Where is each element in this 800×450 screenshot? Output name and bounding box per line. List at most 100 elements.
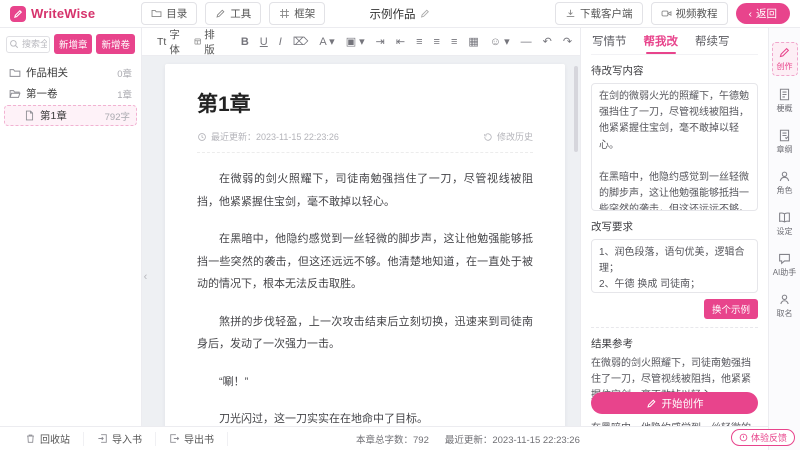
- assistant-tabs: 写情节 帮我改 帮续写: [591, 28, 758, 55]
- folder-icon: [9, 67, 21, 79]
- clear-format-icon[interactable]: ⌦: [287, 35, 314, 48]
- history-icon: [483, 132, 493, 142]
- new-chapter-button[interactable]: 新增章: [54, 34, 93, 54]
- framework-button[interactable]: 框架: [269, 2, 325, 25]
- rail-item-synopsis[interactable]: 梗概: [772, 85, 798, 117]
- trash-icon: [25, 433, 36, 444]
- chapter-tree: 作品相关 0章 第一卷 1章 第1章 792字: [0, 62, 141, 126]
- requirements-textarea[interactable]: 1、润色段落，语句优美，逻辑合理； 2、午德 换成 司徒南； 3、打斗桥段华丽无…: [591, 239, 758, 293]
- book-icon: [778, 211, 791, 224]
- tree-item-works[interactable]: 作品相关 0章: [0, 62, 141, 83]
- editor-toolbar: Tt 字体 排版 B U I ⌦ A ▾ ▣ ▾ ⇥ ⇤ ≡ ≡ ≡ ▦ ☺ ▾…: [142, 28, 580, 56]
- import-book-button[interactable]: 导入书: [84, 432, 156, 446]
- change-example-button[interactable]: 换个示例: [704, 299, 758, 319]
- back-button[interactable]: ‹ 返回: [736, 3, 791, 24]
- paragraph: 煞拼的步伐轻盈，上一次攻击结束后立刻切换，迅速来到司徒南身后，发动了一次强力一击…: [197, 311, 533, 356]
- editor-canvas: 第1章 最近更新：2023-11-15 22:23:26 修改历史 在微弱的剑火…: [142, 56, 580, 426]
- manuscript-page[interactable]: 第1章 最近更新：2023-11-15 22:23:26 修改历史 在微弱的剑火…: [165, 64, 565, 426]
- clock-icon: [197, 132, 207, 142]
- import-book-label: 导入书: [112, 431, 142, 446]
- rail-item-label: 取名: [777, 308, 793, 319]
- tree-item-volume-1[interactable]: 第一卷 1章: [0, 83, 141, 104]
- align-right-icon[interactable]: ≡: [445, 36, 462, 48]
- video-tutorial-button[interactable]: 视频教程: [651, 2, 728, 25]
- rail-item-naming[interactable]: 取名: [772, 290, 798, 322]
- align-left-icon[interactable]: ≡: [411, 36, 428, 48]
- chapter-body[interactable]: 在微弱的剑火照耀下，司徒南勉强挡住了一刀，尽管视线被阻挡，他紧紧握住宝剑，毫不敢…: [197, 168, 533, 426]
- search-box: [6, 36, 50, 53]
- tools-label: 工具: [230, 6, 251, 21]
- layout-icon: [194, 36, 201, 47]
- recycle-bin-button[interactable]: 回收站: [12, 432, 84, 446]
- table-icon[interactable]: ▦: [463, 35, 484, 48]
- person-name-icon: [778, 293, 791, 306]
- ai-assistant-panel: 写情节 帮我改 帮续写 待改写内容 在剑的微弱火光的照耀下，午德勉强挡住了一刀，…: [580, 28, 768, 426]
- layout-menu[interactable]: 排版: [187, 27, 226, 57]
- folder-open-icon: [9, 88, 21, 100]
- rail-item-characters[interactable]: 角色: [772, 167, 798, 199]
- directory-button[interactable]: 目录: [141, 2, 197, 25]
- feedback-label: 体验反馈: [751, 431, 787, 444]
- download-icon: [565, 8, 576, 19]
- bottom-bar: 回收站 导入书 导出书 本章总字数：792 最近更新：2023-11-15 22…: [0, 426, 768, 450]
- edit-title-icon[interactable]: [420, 8, 431, 19]
- editor-scrollbar[interactable]: [574, 66, 578, 152]
- source-textarea[interactable]: 在剑的微弱火光的照耀下，午德勉强挡住了一刀，尽管视线被阻挡，他紧紧握住宝剑，毫不…: [591, 83, 758, 211]
- video-tutorial-label: 视频教程: [676, 6, 718, 21]
- start-creation-button[interactable]: 开始创作: [591, 392, 758, 414]
- rail-item-ai-assistant[interactable]: AI助手: [772, 249, 798, 281]
- tab-help-me-edit[interactable]: 帮我改: [643, 29, 680, 53]
- italic-icon[interactable]: I: [273, 36, 287, 48]
- quill-icon: [646, 398, 657, 409]
- last-updated: 最近更新：2023-11-15 22:23:26: [197, 130, 339, 143]
- chat-icon: [778, 252, 791, 265]
- requirements-label: 改写要求: [591, 219, 758, 234]
- paragraph: 在微弱的剑火照耀下，司徒南勉强挡住了一刀，尽管视线被阻挡，他紧紧握住宝剑，毫不敢…: [197, 168, 533, 213]
- new-volume-button[interactable]: 新增卷: [96, 34, 135, 54]
- indent-increase-icon[interactable]: ⇥: [370, 35, 390, 48]
- rail-item-settings[interactable]: 设定: [772, 208, 798, 240]
- tab-continue-writing[interactable]: 帮续写: [694, 29, 731, 53]
- collapse-sidebar-handle[interactable]: ‹: [142, 262, 151, 292]
- last-updated-status: 最近更新：2023-11-15 22:23:26: [445, 432, 580, 446]
- start-creation-label: 开始创作: [662, 396, 704, 411]
- tree-item-count: 1章: [117, 87, 132, 101]
- bold-icon[interactable]: B: [235, 36, 254, 48]
- back-chevron-icon: ‹: [749, 8, 753, 20]
- font-menu[interactable]: Tt 字体: [150, 27, 187, 57]
- tree-item-label: 作品相关: [26, 65, 68, 80]
- person-icon: [778, 170, 791, 183]
- redo-icon[interactable]: ↷: [557, 35, 577, 48]
- editor-column: Tt 字体 排版 B U I ⌦ A ▾ ▣ ▾ ⇥ ⇤ ≡ ≡ ≡ ▦ ☺ ▾…: [142, 28, 580, 426]
- download-client-button[interactable]: 下载客户端: [555, 2, 643, 25]
- indent-decrease-icon[interactable]: ⇤: [390, 35, 410, 48]
- chapter-meta: 最近更新：2023-11-15 22:23:26 修改历史: [197, 130, 533, 153]
- export-book-button[interactable]: 导出书: [156, 432, 228, 446]
- divider-icon[interactable]: —: [515, 36, 537, 48]
- font-menu-label: 字体: [169, 27, 180, 57]
- font-color-icon[interactable]: A ▾: [314, 35, 340, 48]
- layout-menu-label: 排版: [204, 27, 218, 57]
- undo-icon[interactable]: ↶: [537, 35, 557, 48]
- brand-name: WriteWise: [31, 6, 95, 21]
- tree-item-label: 第一卷: [26, 86, 58, 101]
- word-count: 本章总字数：792: [356, 432, 429, 446]
- font-tt-icon: Tt: [157, 36, 166, 48]
- framework-label: 框架: [294, 6, 315, 21]
- feedback-button[interactable]: 体验反馈: [731, 429, 795, 446]
- revision-history-button[interactable]: 修改历史: [483, 130, 533, 143]
- tab-write-plot[interactable]: 写情节: [591, 29, 628, 53]
- rail-item-chapter-outline[interactable]: 章纲: [772, 126, 798, 158]
- rail-item-label: 梗概: [777, 103, 793, 114]
- emoji-icon[interactable]: ☺ ▾: [484, 35, 515, 48]
- underline-icon[interactable]: U: [254, 36, 273, 48]
- align-center-icon[interactable]: ≡: [428, 36, 445, 48]
- export-book-label: 导出书: [184, 431, 214, 446]
- chapter-sidebar: 新增章 新增卷 作品相关 0章 第一卷 1章 第1章 792字: [0, 28, 142, 426]
- feedback-icon: [739, 433, 748, 442]
- tree-item-chapter-1[interactable]: 第1章 792字: [4, 105, 137, 126]
- tools-button[interactable]: 工具: [205, 2, 261, 25]
- rail-item-creation[interactable]: 创作: [772, 42, 798, 76]
- insert-image-icon[interactable]: ▣ ▾: [340, 35, 370, 48]
- brand: WriteWise: [10, 6, 95, 22]
